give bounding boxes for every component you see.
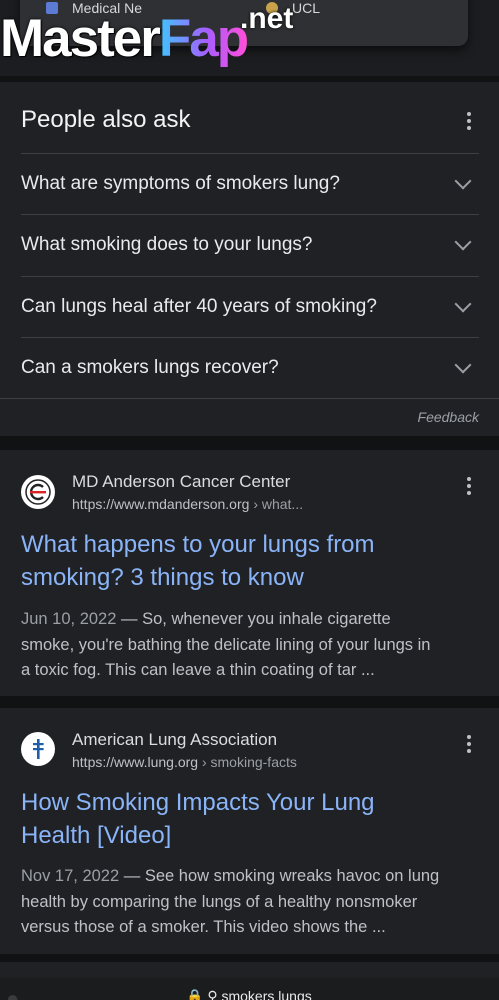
paa-footer: Feedback (0, 398, 499, 436)
more-options-icon[interactable] (466, 477, 472, 497)
carousel-item-label: UCL (292, 0, 321, 16)
paa-question-row[interactable]: What smoking does to your lungs? (21, 214, 479, 275)
result-title-line: How Smoking Impacts Your Lung (21, 789, 375, 816)
more-options-icon[interactable] (466, 112, 472, 132)
watermark-text-fap: Fap (158, 9, 249, 68)
paa-question-row[interactable]: Can a smokers lungs recover? (21, 337, 479, 398)
result-snippet: Nov 17, 2022 — See how smoking wreaks ha… (21, 864, 481, 941)
result-url-domain: https://www.lung.org (72, 754, 199, 770)
paa-question-text: Can a smokers lungs recover? (21, 357, 279, 378)
result-url-domain: https://www.mdanderson.org (72, 496, 250, 512)
more-options-icon[interactable] (466, 735, 472, 755)
watermark-text-master: Master (0, 9, 161, 68)
result-url[interactable]: https://www.lung.org › smoking-facts (72, 754, 297, 770)
chevron-down-icon[interactable] (454, 172, 472, 190)
result-title-link[interactable]: What happens to your lungs from smoking?… (21, 528, 461, 594)
lock-icon: 🔒 (186, 988, 204, 1000)
result-url-breadcrumb: › smoking-facts (201, 754, 297, 770)
paa-question-text: Can lungs heal after 40 years of smoking… (21, 296, 377, 317)
address-bar-text: smokers lungs (221, 988, 312, 1000)
people-also-ask-title: People also ask (21, 106, 191, 133)
people-also-ask-card: People also ask What are symptoms of smo… (0, 82, 499, 436)
search-result-card: American Lung Association https://www.lu… (0, 708, 499, 954)
result-url[interactable]: https://www.mdanderson.org › what... (72, 496, 303, 512)
chevron-down-icon[interactable] (454, 295, 472, 313)
result-title-line: smoking? 3 things to know (21, 564, 304, 591)
address-bar[interactable]: 🔒 ⚲ smokers lungs (186, 988, 312, 1000)
result-date: Jun 10, 2022 (21, 610, 117, 628)
result-snippet-line: a toxic fog. This can leave a thin coati… (21, 661, 375, 679)
result-snippet: Jun 10, 2022 — So, whenever you inhale c… (21, 607, 481, 684)
paa-question-text: What are symptoms of smokers lung? (21, 173, 340, 194)
search-icon: ⚲ (207, 988, 218, 1000)
result-source-name[interactable]: American Lung Association (72, 730, 277, 750)
chevron-down-icon[interactable] (454, 356, 472, 374)
feedback-link[interactable]: Feedback (418, 409, 479, 425)
lung-association-cross-icon (21, 732, 55, 766)
result-snippet-line: smoke, you're bathing the delicate linin… (21, 635, 431, 654)
paa-question-text: What smoking does to your lungs? (21, 234, 313, 255)
result-title-line: Health [Video] (21, 822, 172, 849)
result-source-name[interactable]: MD Anderson Cancer Center (72, 472, 290, 492)
result-title-line: What happens to your lungs from (21, 531, 375, 558)
md-anderson-logo-icon (21, 475, 55, 509)
paa-question-row[interactable]: Can lungs heal after 40 years of smoking… (21, 276, 479, 337)
chevron-down-icon[interactable] (454, 233, 472, 251)
result-title-link[interactable]: How Smoking Impacts Your Lung Health [Vi… (21, 786, 461, 852)
search-result-card: MD Anderson Cancer Center https://www.md… (0, 450, 499, 696)
ghost-overlay-icon: ● (6, 986, 20, 1000)
result-snippet-line: — So, whenever you inhale cigarette (116, 610, 391, 628)
result-date: Nov 17, 2022 (21, 867, 120, 885)
result-snippet-line: — See how smoking wreaks havoc on lung (119, 867, 440, 885)
result-snippet-line: health by comparing the lungs of a healt… (21, 892, 418, 911)
watermark-text-net: .net (240, 2, 294, 35)
watermark-logo: MasterFap .net (0, 2, 293, 74)
result-url-breadcrumb: › what... (253, 496, 304, 512)
paa-question-row[interactable]: What are symptoms of smokers lung? (21, 153, 479, 214)
result-snippet-line: versus those of a smoker. This video sho… (21, 918, 386, 936)
